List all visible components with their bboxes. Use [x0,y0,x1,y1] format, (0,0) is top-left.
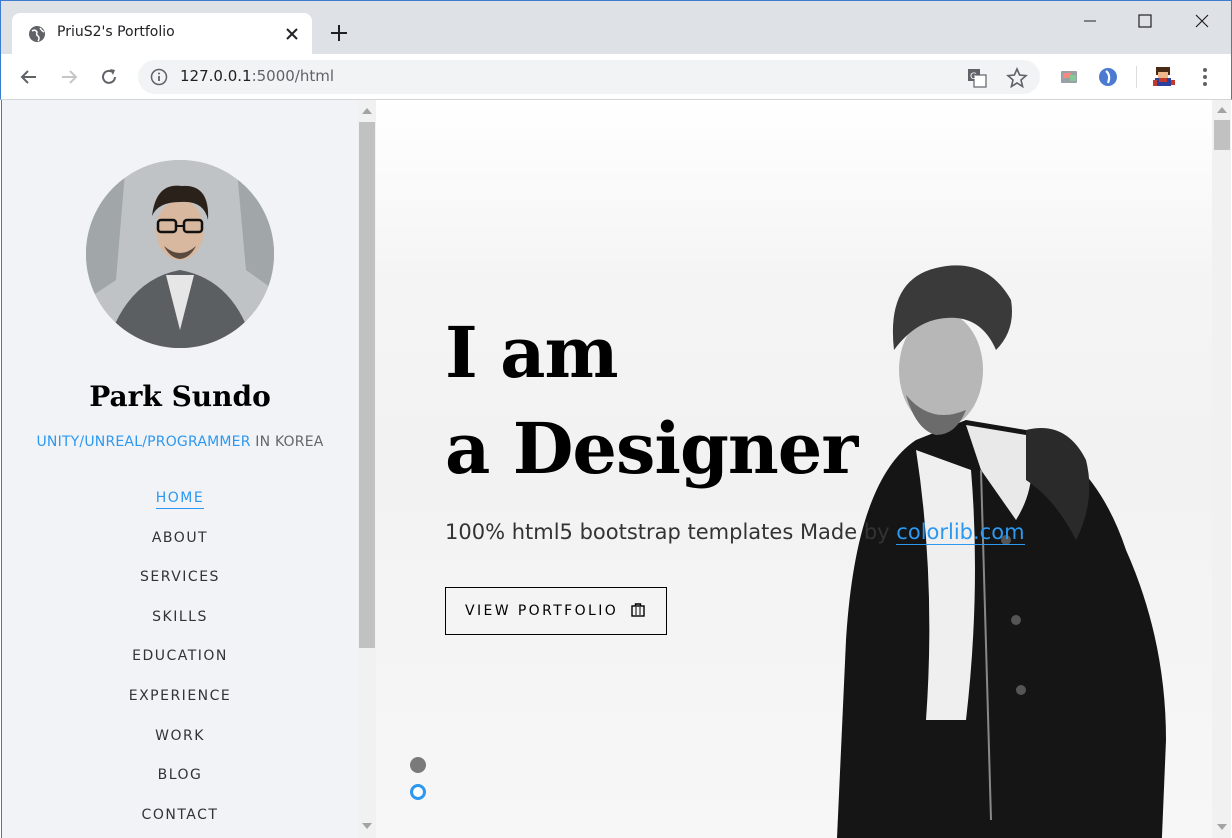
page-scroll-thumb[interactable] [1214,120,1230,150]
menu-icon[interactable] [1193,65,1217,89]
role-highlight: UNITY/UNREAL/PROGRAMMER [36,434,251,450]
tab-strip: PriuS2's Portfolio [0,0,1232,55]
view-portfolio-label: VIEW PORTFOLIO [465,603,619,619]
nav-item-services[interactable]: SERVICES [2,569,358,609]
star-icon[interactable] [1006,67,1028,89]
scroll-up-arrow-icon[interactable] [362,108,372,114]
extension-icon[interactable] [1097,66,1119,88]
url-text[interactable]: 127.0.0.1:5000/html [180,67,334,85]
reload-icon[interactable] [97,65,121,89]
profile-role: UNITY/UNREAL/PROGRAMMER IN KOREA [2,434,358,450]
globe-icon [29,26,45,42]
toolbar-separator [1136,66,1137,88]
svg-text:G: G [970,72,977,82]
translate-icon[interactable]: G [966,67,988,89]
profile-avatar-icon[interactable] [1151,64,1177,90]
info-icon[interactable] [150,68,168,86]
cast-extension-icon[interactable] [1058,66,1080,88]
back-icon[interactable] [17,65,41,89]
sidebar-nav: HOME ABOUT SERVICES SKILLS EDUCATION EXP… [2,490,358,838]
close-icon[interactable] [282,24,302,44]
bag-icon [631,603,645,617]
page-viewport: Park Sundo UNITY/UNREAL/PROGRAMMER IN KO… [1,100,1231,838]
nav-item-blog[interactable]: BLOG [2,767,358,807]
address-bar[interactable]: 127.0.0.1:5000/html G [138,60,1040,94]
tab-title: PriuS2's Portfolio [57,24,175,40]
sidebar-scrollbar[interactable] [358,100,376,838]
maximize-icon[interactable] [1122,7,1168,35]
plus-icon[interactable] [327,21,351,45]
window-close-icon[interactable] [1179,7,1225,35]
colorlib-link[interactable]: colorlib.com [896,520,1025,545]
nav-item-work[interactable]: WORK [2,728,358,768]
page-scrollbar[interactable] [1212,100,1231,838]
nav-item-about[interactable]: ABOUT [2,530,358,570]
scroll-up-arrow-icon[interactable] [1217,107,1227,113]
hero-headline: I am a Designer [445,305,858,497]
headline-line-2: a Designer [445,407,858,490]
forward-icon[interactable] [57,65,81,89]
nav-item-education[interactable]: EDUCATION [2,648,358,688]
nav-item-experience[interactable]: EXPERIENCE [2,688,358,728]
nav-item-skills[interactable]: SKILLS [2,609,358,649]
view-portfolio-button[interactable]: VIEW PORTFOLIO [445,587,667,635]
scroll-down-arrow-icon[interactable] [362,823,372,829]
scroll-down-arrow-icon[interactable] [1217,824,1227,830]
slider-dot-1[interactable] [410,757,426,773]
hero-subtitle: 100% html5 bootstrap templates Made by c… [445,520,1025,545]
role-location: IN KOREA [250,434,324,450]
headline-line-1: I am [445,311,619,394]
nav-item-home[interactable]: HOME [2,490,358,530]
nav-item-contact[interactable]: CONTACT [2,807,358,838]
sidebar-scroll-thumb[interactable] [359,122,375,648]
slider-dot-2-active[interactable] [410,784,426,800]
browser-tab[interactable]: PriuS2's Portfolio [12,13,312,55]
hero-section: I am a Designer 100% html5 bootstrap tem… [376,100,1212,838]
browser-toolbar: 127.0.0.1:5000/html G [0,54,1232,100]
minimize-icon[interactable] [1067,7,1113,35]
profile-photo [86,160,274,348]
profile-name: Park Sundo [89,380,271,413]
subtitle-text: 100% html5 bootstrap templates Made by [445,520,897,544]
sidebar: Park Sundo UNITY/UNREAL/PROGRAMMER IN KO… [2,100,376,838]
